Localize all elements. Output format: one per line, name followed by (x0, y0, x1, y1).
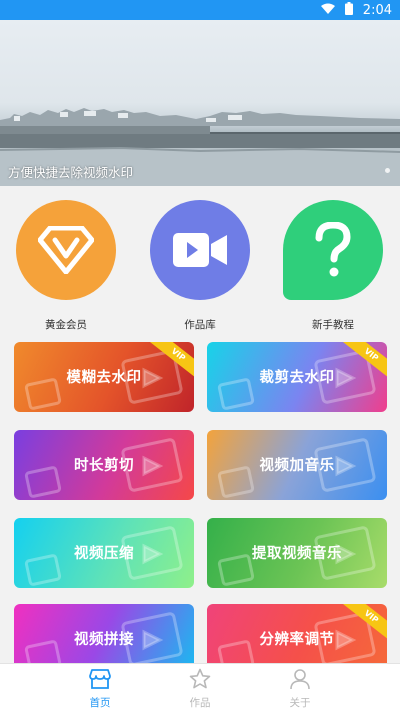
diamond-v-icon (16, 200, 116, 300)
feature-title: 视频拼接 (74, 632, 134, 648)
quick-action-label: 黄金会员 (45, 319, 87, 331)
tutorial-button[interactable]: 新手教程 (281, 200, 385, 332)
home-icon (89, 669, 111, 694)
feature-title: 视频压缩 (74, 546, 134, 562)
feature-title: 分辨率调节 (259, 632, 335, 648)
tab-works[interactable]: 作品 (170, 668, 230, 710)
tab-label: 首页 (89, 697, 111, 709)
status-bar: 2:04 (0, 0, 400, 20)
resolution-adjust-card[interactable]: VIP 分辨率调节 (207, 604, 387, 663)
video-compress-card[interactable]: 视频压缩 (14, 518, 194, 588)
banner-caption: 方便快捷去除视频水印 (8, 165, 134, 180)
tab-about[interactable]: 关于 (270, 668, 330, 710)
add-music-card[interactable]: 视频加音乐 (207, 430, 387, 500)
quick-action-label: 作品库 (184, 319, 216, 331)
crop-watermark-removal-card[interactable]: VIP 裁剪去水印 (207, 342, 387, 412)
user-icon (289, 669, 311, 694)
bottom-tab-bar: 首页 作品 关于 (0, 663, 400, 710)
star-icon (189, 668, 211, 694)
duration-trim-card[interactable]: 时长剪切 (14, 430, 194, 500)
feature-title: 视频加音乐 (259, 458, 335, 474)
video-camera-icon (150, 200, 250, 300)
feature-title: 时长剪切 (74, 458, 134, 474)
extract-music-card[interactable]: 提取视频音乐 (207, 518, 387, 588)
feature-title: 模糊去水印 (66, 370, 142, 386)
video-merge-card[interactable]: 视频拼接 (14, 604, 194, 663)
works-library-button[interactable]: 作品库 (148, 200, 252, 332)
quick-action-label: 新手教程 (312, 319, 354, 331)
feature-title: 提取视频音乐 (252, 546, 342, 562)
banner-carousel[interactable]: 方便快捷去除视频水印 (0, 20, 400, 186)
wifi-icon (320, 3, 335, 19)
question-icon (283, 200, 383, 300)
clock: 2:04 (362, 3, 392, 18)
carousel-indicator[interactable] (385, 168, 390, 173)
blur-watermark-removal-card[interactable]: VIP 模糊去水印 (14, 342, 194, 412)
feature-title: 裁剪去水印 (259, 370, 335, 386)
tab-home[interactable]: 首页 (70, 668, 130, 710)
tab-label: 作品 (189, 697, 211, 709)
battery-icon (344, 2, 353, 19)
tab-label: 关于 (289, 697, 311, 709)
gold-membership-button[interactable]: 黄金会员 (14, 200, 118, 332)
